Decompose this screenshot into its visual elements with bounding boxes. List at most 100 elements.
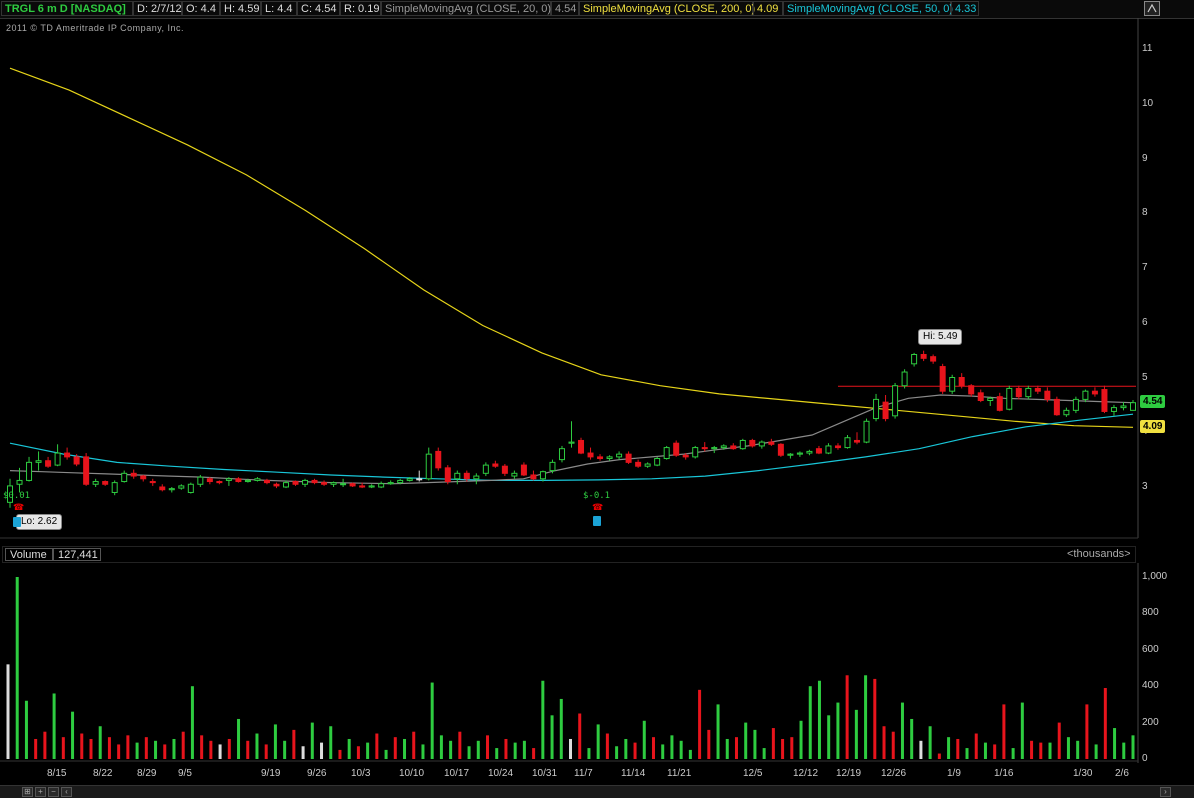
candle-body xyxy=(739,439,746,450)
volume-bar xyxy=(117,744,121,759)
candle-body xyxy=(1072,398,1079,411)
maximize-icon[interactable] xyxy=(1144,1,1160,16)
price-tick-label: 8 xyxy=(1142,207,1148,219)
candle-body xyxy=(930,356,937,362)
earnings-phone-icon-1[interactable]: ☎ xyxy=(13,503,24,512)
volume-bar xyxy=(347,738,351,759)
event-stack-icon-1[interactable] xyxy=(13,517,21,527)
candle-body xyxy=(882,401,889,420)
candle-body xyxy=(482,464,489,474)
volume-bar xyxy=(559,698,563,759)
candle-body xyxy=(435,450,442,469)
candle-body xyxy=(1120,405,1127,409)
candle-body xyxy=(892,385,899,417)
volume-bar xyxy=(126,735,130,759)
candle-body xyxy=(397,479,404,484)
candle-body xyxy=(939,366,946,392)
date-tick-label: 8/22 xyxy=(93,768,113,779)
high-marker: Hi: 5.49 xyxy=(918,329,963,345)
candle-body xyxy=(244,479,251,483)
volume-bar xyxy=(781,738,785,759)
volume-bar xyxy=(458,731,462,759)
candle-body xyxy=(16,479,23,485)
sma200-price-tag: 4.09 xyxy=(1140,420,1166,433)
candle-body xyxy=(692,447,699,458)
volume-bar xyxy=(679,740,683,759)
open-label: O: 4.4 xyxy=(182,1,220,16)
candle-body xyxy=(549,461,556,472)
candle-body xyxy=(54,452,61,466)
volume-label[interactable]: Volume xyxy=(5,548,53,561)
sma200-line xyxy=(9,67,1134,428)
date-tick-label: 1/9 xyxy=(947,768,961,779)
volume-bar xyxy=(900,702,904,759)
volume-bar xyxy=(273,724,277,759)
volume-bar xyxy=(172,738,176,759)
candle-body xyxy=(663,447,670,460)
candle-body xyxy=(977,392,984,401)
candle-body xyxy=(1063,409,1070,416)
volume-bar xyxy=(642,720,646,759)
candle-body xyxy=(701,447,708,450)
scroll-left-icon[interactable]: ‹ xyxy=(61,787,72,797)
volume-tick-label: 200 xyxy=(1142,716,1159,728)
candle-body xyxy=(968,385,975,395)
candle-body xyxy=(1110,407,1117,412)
candle-body xyxy=(111,482,118,493)
volume-bar xyxy=(550,715,554,759)
volume-bar xyxy=(310,722,314,759)
volume-bar xyxy=(80,733,84,759)
date-tick-label: 12/12 xyxy=(793,768,819,779)
sma20-label[interactable]: SimpleMovingAvg (CLOSE, 20, 0) xyxy=(381,1,551,16)
volume-bar xyxy=(1020,702,1024,759)
volume-tick-label: 1,000 xyxy=(1142,571,1168,582)
volume-bar xyxy=(1057,722,1061,759)
volume-bar xyxy=(827,715,831,759)
candle-body xyxy=(340,483,347,486)
event-stack-icon-2[interactable] xyxy=(593,516,601,526)
zoom-out-icon[interactable]: − xyxy=(48,787,59,797)
sma200-label[interactable]: SimpleMovingAvg (CLOSE, 200, 0) xyxy=(579,1,755,16)
candle-body xyxy=(35,460,42,463)
volume-bar xyxy=(439,735,443,759)
volume-bar xyxy=(771,728,775,759)
candle-body xyxy=(121,472,128,483)
date-tick-label: 11/14 xyxy=(621,768,646,779)
earnings-phone-icon-2[interactable]: ☎ xyxy=(592,503,603,512)
volume-bar xyxy=(910,718,914,759)
candle-body xyxy=(625,453,632,463)
date-tick-label: 9/26 xyxy=(307,768,327,779)
zoom-icon[interactable]: ⊞ xyxy=(22,787,33,797)
sma50-value: 4.33 xyxy=(951,1,979,16)
candle-body xyxy=(654,458,661,466)
candle-body xyxy=(825,445,832,454)
volume-bar xyxy=(449,740,453,759)
volume-bar xyxy=(144,737,148,759)
volume-bar xyxy=(375,733,379,759)
zoom-in-icon[interactable]: + xyxy=(35,787,46,797)
candle-body xyxy=(616,453,623,458)
candle-body xyxy=(996,396,1003,411)
candle-body xyxy=(273,483,280,487)
scroll-right-icon[interactable]: › xyxy=(1160,787,1171,797)
sma50-label[interactable]: SimpleMovingAvg (CLOSE, 50, 0) xyxy=(783,1,953,16)
volume-bar xyxy=(661,744,665,759)
candle-body xyxy=(606,456,613,460)
range-label: R: 0.19 xyxy=(340,1,381,16)
symbol-label[interactable]: TRGL 6 m D [NASDAQ] xyxy=(1,1,133,16)
volume-bar xyxy=(651,737,655,759)
volume-bar xyxy=(1113,728,1117,759)
date-tick-label: 1/30 xyxy=(1073,768,1093,779)
candle-body xyxy=(777,443,784,456)
price-tick-label: 5 xyxy=(1142,371,1148,383)
candle-body xyxy=(873,398,880,420)
candle-body xyxy=(711,447,718,450)
price-tick-label: 7 xyxy=(1142,262,1148,273)
candle-body xyxy=(644,463,651,467)
candle-body xyxy=(901,371,908,387)
candle-body xyxy=(834,445,841,449)
candle-body xyxy=(311,479,318,484)
volume-bar xyxy=(467,746,471,759)
price-chart[interactable] xyxy=(0,18,1194,785)
candle-body xyxy=(216,481,223,484)
